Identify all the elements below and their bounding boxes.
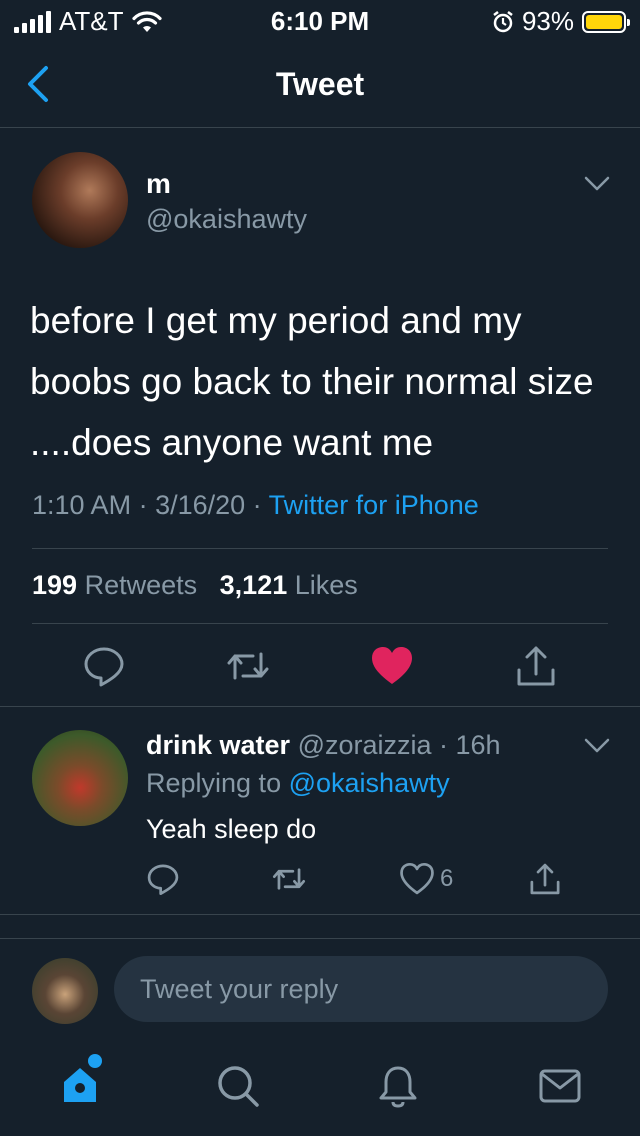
reply-author-name[interactable]: drink water xyxy=(146,730,290,760)
nav-bar: Tweet xyxy=(0,44,640,128)
reply-like-count: 6 xyxy=(440,865,454,892)
heart-icon xyxy=(400,862,434,895)
tweet-source[interactable]: Twitter for iPhone xyxy=(269,490,479,520)
retweet-icon[interactable] xyxy=(226,644,270,688)
likes-count: 3,121 xyxy=(219,570,288,600)
reply-author-handle[interactable]: @zoraizzia xyxy=(298,730,432,760)
reply-avatar[interactable] xyxy=(32,730,128,826)
divider xyxy=(0,914,640,915)
chevron-down-icon[interactable] xyxy=(584,738,610,754)
retweets-count: 199 xyxy=(32,570,78,600)
reply-text: Yeah sleep do xyxy=(146,814,317,844)
author-name[interactable]: m xyxy=(146,168,171,200)
search-icon[interactable] xyxy=(216,1064,260,1108)
page-title: Tweet xyxy=(275,66,365,102)
divider xyxy=(0,706,640,707)
likes-label: Likes xyxy=(294,570,358,600)
notification-dot xyxy=(88,1054,102,1068)
retweets-stat[interactable]: 199 Retweets xyxy=(32,570,197,600)
share-icon[interactable] xyxy=(528,862,562,896)
tweet-text: before I get my period and my boobs go b… xyxy=(30,300,594,463)
author-avatar[interactable] xyxy=(32,152,128,248)
notifications-icon[interactable] xyxy=(376,1064,420,1108)
divider xyxy=(32,623,608,624)
heart-filled-icon[interactable] xyxy=(370,644,414,688)
status-bar: AT&T 6:10 PM 93% xyxy=(0,0,640,40)
retweet-icon[interactable] xyxy=(272,862,306,896)
reply-input[interactable]: Tweet your reply xyxy=(114,956,608,1022)
tweet-meta: 1:10 AM · 3/16/20 · Twitter for iPhone xyxy=(32,490,479,520)
replying-label: Replying to xyxy=(146,768,282,798)
tweet-stats: 199 Retweets 3,121 Likes xyxy=(32,570,358,601)
reply-icon[interactable] xyxy=(146,862,180,896)
replying-to: Replying to @okaishawty xyxy=(146,768,450,799)
retweets-label: Retweets xyxy=(84,570,198,600)
replying-to-handle[interactable]: @okaishawty xyxy=(289,768,450,798)
author-handle[interactable]: @okaishawty xyxy=(146,204,307,235)
tab-home[interactable] xyxy=(50,1054,110,1114)
tweet-time: 1:10 AM xyxy=(32,490,132,520)
reply-age: 16h xyxy=(455,730,501,760)
battery-icon xyxy=(582,10,630,33)
share-icon[interactable] xyxy=(514,644,558,688)
alarm-icon xyxy=(493,10,513,32)
battery-percent: 93% xyxy=(521,6,574,36)
divider xyxy=(0,938,640,939)
home-icon xyxy=(64,1068,96,1102)
divider xyxy=(32,548,608,549)
tweet-date: 3/16/20 xyxy=(155,490,246,520)
chevron-down-icon[interactable] xyxy=(584,176,610,192)
likes-stat[interactable]: 3,121 Likes xyxy=(220,570,358,600)
current-user-avatar xyxy=(32,958,98,1024)
reply-icon[interactable] xyxy=(82,644,126,688)
status-right: 93% xyxy=(492,6,630,37)
reply-like-button[interactable]: 6 xyxy=(400,862,453,896)
messages-icon[interactable] xyxy=(538,1064,582,1108)
reply-header: drink water @zoraizzia · 16h xyxy=(146,730,501,760)
